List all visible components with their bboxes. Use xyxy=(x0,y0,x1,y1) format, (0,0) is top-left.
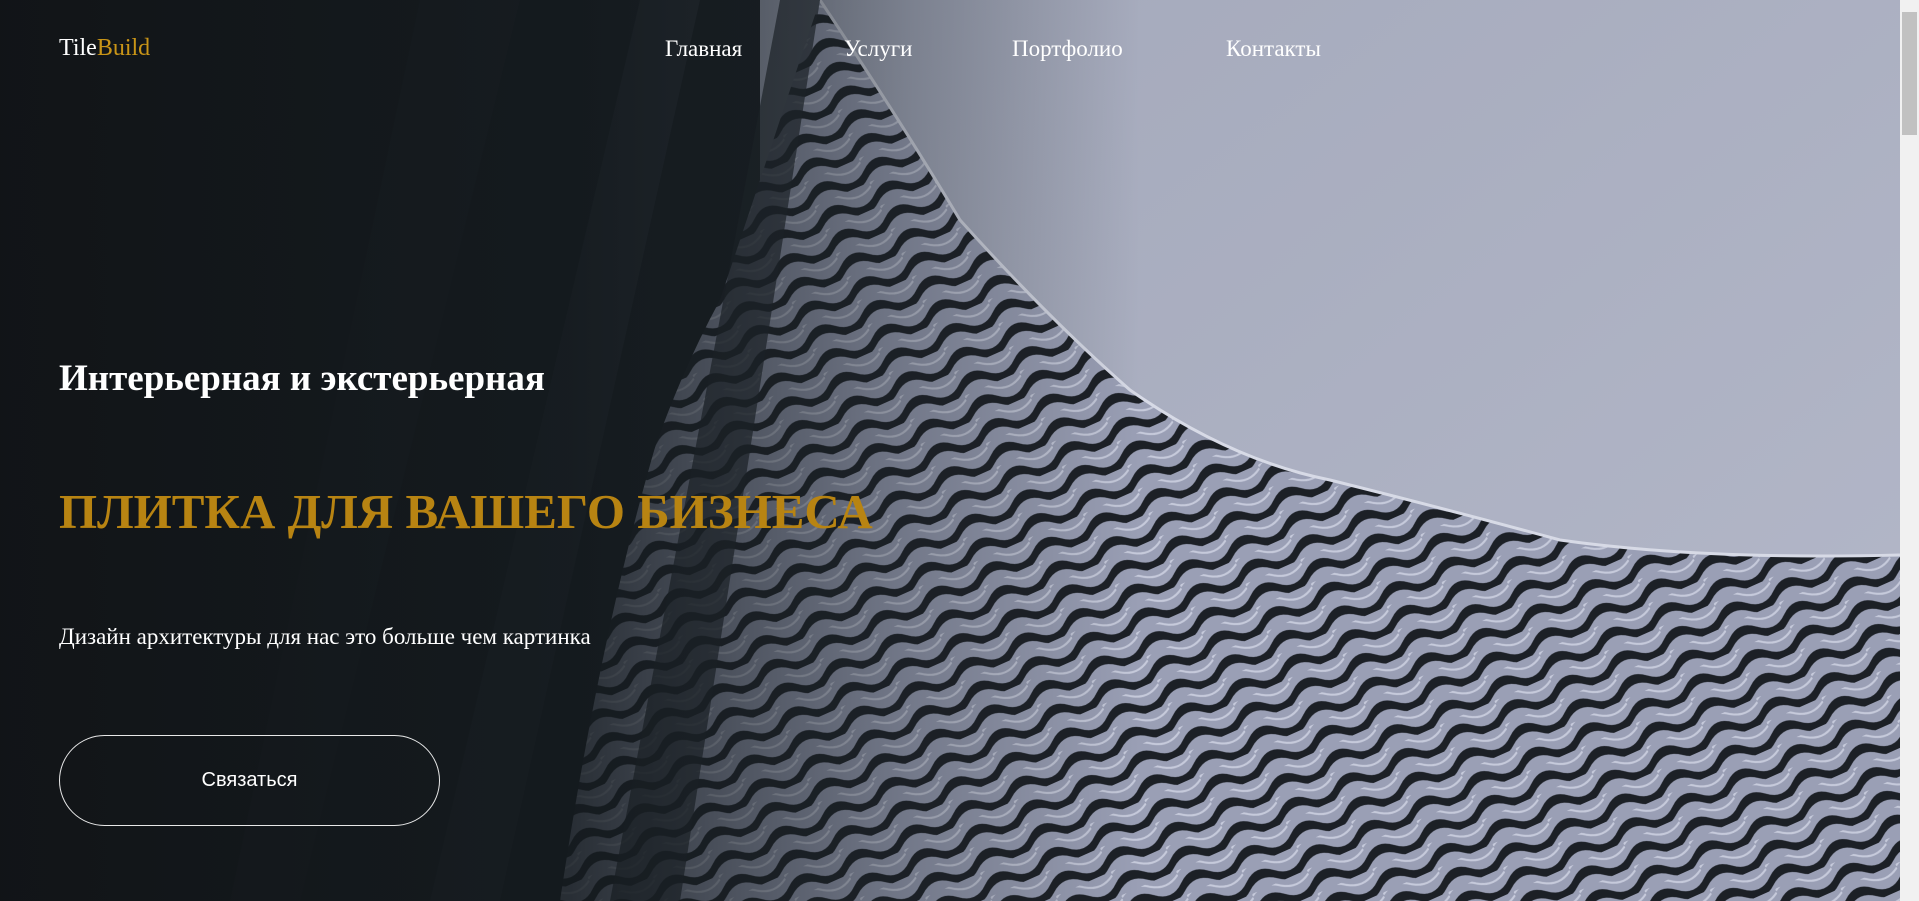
hero-section: TileBuild Главная Услуги Портфолио Конта… xyxy=(0,0,1900,901)
contact-button[interactable]: Связаться xyxy=(59,735,440,826)
nav-link-services[interactable]: Услуги xyxy=(844,33,912,65)
page-scrollbar[interactable] xyxy=(1900,0,1919,901)
site-header: TileBuild Главная Услуги Портфолио Конта… xyxy=(0,0,1900,100)
nav-link-portfolio[interactable]: Портфолио xyxy=(1012,33,1123,65)
hero-subtitle: Интерьерная и экстерьерная xyxy=(59,358,545,399)
nav-link-contacts[interactable]: Контакты xyxy=(1226,33,1321,65)
hero-description: Дизайн архитектуры для нас это больше че… xyxy=(59,624,591,649)
hero-title: ПЛИТКА ДЛЯ ВАШЕГО БИЗНЕСА xyxy=(59,484,873,539)
nav-link-home[interactable]: Главная xyxy=(665,33,742,65)
scrollbar-thumb[interactable] xyxy=(1902,12,1917,135)
main-nav: Главная Услуги Портфолио Контакты xyxy=(0,33,1900,65)
